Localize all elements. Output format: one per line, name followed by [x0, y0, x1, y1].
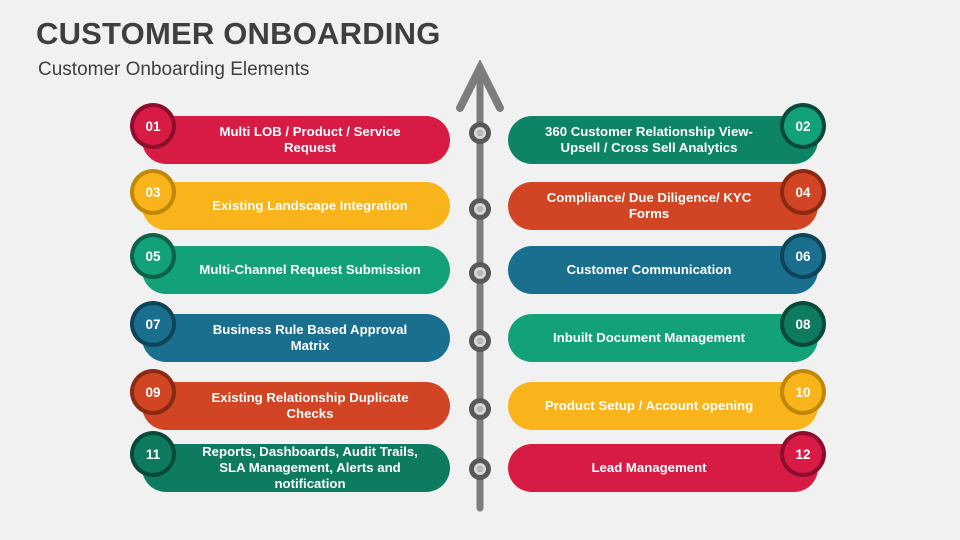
step-badge-11[interactable]: 11 — [134, 435, 172, 473]
process-bar-01[interactable]: Multi LOB / Product / Service Request — [142, 116, 450, 164]
timeline-node-1 — [469, 122, 491, 144]
step-number: 04 — [795, 184, 811, 200]
step-number: 08 — [795, 316, 811, 332]
process-bar-label: Multi LOB / Product / Service Request — [219, 124, 401, 155]
process-bar-04[interactable]: Compliance/ Due Diligence/ KYC Forms — [508, 182, 818, 230]
process-bar-09[interactable]: Existing Relationship Duplicate Checks — [142, 382, 450, 430]
process-bar-label: Existing Relationship Duplicate Checks — [211, 390, 409, 421]
step-badge-05[interactable]: 05 — [134, 237, 172, 275]
step-number: 09 — [145, 384, 161, 400]
node-inner-ring — [474, 203, 486, 215]
process-bar-05[interactable]: Multi-Channel Request Submission — [142, 246, 450, 294]
node-inner-ring — [474, 267, 486, 279]
process-bar-12[interactable]: Lead Management — [508, 444, 818, 492]
step-badge-09[interactable]: 09 — [134, 373, 172, 411]
timeline-node-5 — [469, 398, 491, 420]
step-badge-01[interactable]: 01 — [134, 107, 172, 145]
node-inner-ring — [474, 127, 486, 139]
step-badge-02[interactable]: 02 — [784, 107, 822, 145]
step-number: 07 — [145, 316, 161, 332]
process-bar-label: Compliance/ Due Diligence/ KYC Forms — [546, 190, 752, 221]
process-bar-label: Product Setup / Account opening — [544, 398, 754, 413]
step-badge-07[interactable]: 07 — [134, 305, 172, 343]
process-bar-label: Reports, Dashboards, Audit Trails, SLA M… — [202, 444, 418, 491]
process-bar-07[interactable]: Business Rule Based Approval Matrix — [142, 314, 450, 362]
process-bar-03[interactable]: Existing Landscape Integration — [142, 182, 450, 230]
timeline-node-3 — [469, 262, 491, 284]
step-badge-03[interactable]: 03 — [134, 173, 172, 211]
process-bar-label: Inbuilt Document Management — [553, 330, 745, 345]
timeline-node-2 — [469, 198, 491, 220]
process-bar-label: 360 Customer Relationship View-Upsell / … — [545, 124, 753, 155]
step-badge-12[interactable]: 12 — [784, 435, 822, 473]
timeline-node-6 — [469, 458, 491, 480]
page-title: CUSTOMER ONBOARDING — [36, 16, 441, 51]
process-bar-label: Existing Landscape Integration — [212, 198, 408, 213]
process-bar-10[interactable]: Product Setup / Account opening — [508, 382, 818, 430]
step-number: 05 — [145, 248, 161, 264]
step-badge-06[interactable]: 06 — [784, 237, 822, 275]
step-number: 10 — [795, 384, 811, 400]
page-subtitle: Customer Onboarding Elements — [38, 59, 310, 80]
process-bar-label: Business Rule Based Approval Matrix — [212, 322, 408, 353]
process-bar-label: Multi-Channel Request Submission — [199, 262, 421, 277]
node-inner-ring — [474, 463, 486, 475]
process-bar-11[interactable]: Reports, Dashboards, Audit Trails, SLA M… — [142, 444, 450, 492]
process-bar-label: Lead Management — [591, 460, 707, 475]
step-number: 03 — [145, 184, 161, 200]
process-bar-08[interactable]: Inbuilt Document Management — [508, 314, 818, 362]
process-bar-label: Customer Communication — [566, 262, 732, 277]
process-bar-02[interactable]: 360 Customer Relationship View-Upsell / … — [508, 116, 818, 164]
node-inner-ring — [474, 403, 486, 415]
slide-canvas: CUSTOMER ONBOARDING Customer Onboarding … — [0, 0, 960, 540]
node-inner-ring — [474, 335, 486, 347]
timeline-node-4 — [469, 330, 491, 352]
step-badge-04[interactable]: 04 — [784, 173, 822, 211]
step-number: 01 — [145, 118, 161, 134]
step-number: 12 — [795, 446, 811, 462]
step-number: 02 — [795, 118, 811, 134]
step-number: 06 — [795, 248, 811, 264]
step-number: 11 — [145, 446, 161, 462]
process-bar-06[interactable]: Customer Communication — [508, 246, 818, 294]
step-badge-10[interactable]: 10 — [784, 373, 822, 411]
step-badge-08[interactable]: 08 — [784, 305, 822, 343]
